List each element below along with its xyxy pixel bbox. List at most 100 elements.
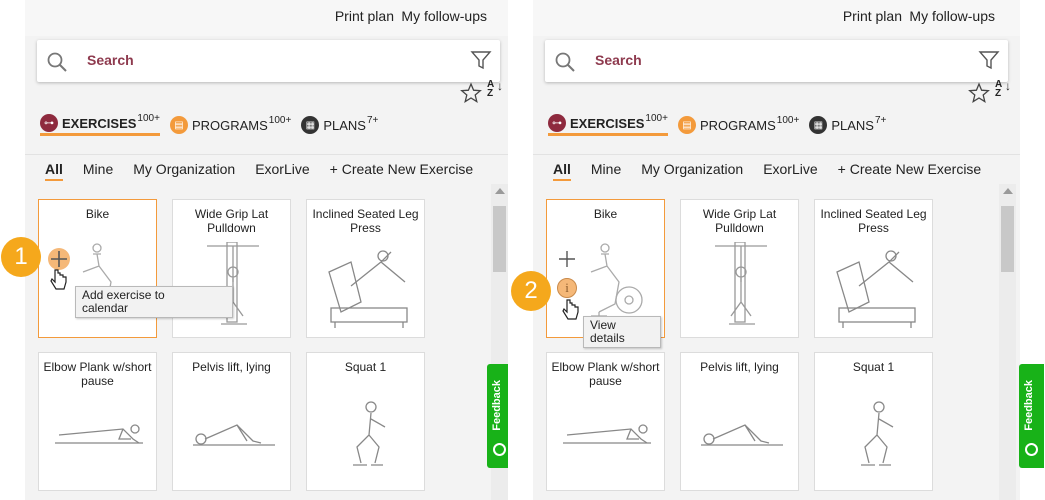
filter-my-organization[interactable]: My Organization [641, 161, 743, 181]
program-icon: ▤ [169, 116, 188, 134]
exercise-card-leg-press[interactable]: Inclined Seated Leg Press [306, 199, 425, 338]
info-icon: i [565, 280, 569, 295]
exercise-card-squat[interactable]: Squat 1 [306, 352, 425, 491]
exercise-title: Wide Grip Lat Pulldown [194, 207, 269, 235]
exercise-card-elbow-plank[interactable]: Elbow Plank w/short pause [546, 352, 665, 491]
exercise-title: Elbow Plank w/short pause [43, 360, 152, 388]
exercise-card-leg-press[interactable]: Inclined Seated Leg Press [814, 199, 933, 338]
exercise-grid: Bike Wide Grip Lat Pulldown Inclined Sea… [546, 199, 1001, 500]
left-gutter [508, 0, 533, 500]
tab-programs-count: 100+ [776, 114, 800, 126]
search-input[interactable] [595, 52, 955, 68]
exercise-grid: Bike Wide Grip Lat Pulldown Inclined Sea… [38, 199, 493, 500]
exercise-title: Squat 1 [344, 360, 387, 374]
leg-press-illustration [836, 250, 916, 328]
exercise-sidebar: A Z ↓ ⊶ EXERCISES 100+ ▤ PROGRAMS 100+ ▦… [533, 36, 1020, 500]
tab-plans-label: PLANS [831, 117, 874, 133]
search-box [37, 40, 500, 82]
exercise-card-pelvis-lift[interactable]: Pelvis lift, lying [172, 352, 291, 491]
add-exercise-tooltip: Add exercise to calendar [75, 286, 233, 318]
print-plan-link[interactable]: Print plan [843, 8, 902, 24]
star-icon[interactable] [968, 82, 990, 104]
exercise-card-lat-pulldown[interactable]: Wide Grip Lat Pulldown [680, 199, 799, 338]
squat-illustration [353, 401, 386, 466]
dumbbell-icon: ⊶ [40, 114, 58, 132]
search-icon [47, 52, 67, 72]
tab-programs[interactable]: ▤ PROGRAMS 100+ [677, 114, 800, 134]
my-follow-ups-link[interactable]: My follow-ups [401, 8, 487, 24]
tab-exercises[interactable]: ⊶ EXERCISES 100+ [40, 113, 160, 136]
tab-exercises-label: EXERCISES [62, 115, 137, 131]
tab-plans[interactable]: ▦ PLANS 7+ [301, 114, 379, 134]
plus-icon [51, 251, 67, 267]
exercise-title: Bike [593, 207, 618, 221]
my-follow-ups-link[interactable]: My follow-ups [909, 8, 995, 24]
exercise-title: Wide Grip Lat Pulldown [702, 207, 777, 235]
scroll-thumb[interactable] [1001, 206, 1014, 272]
create-new-exercise-link[interactable]: + Create New Exercise [330, 161, 474, 181]
plank-illustration [563, 424, 651, 444]
source-filters: All Mine My Organization ExorLive + Crea… [45, 161, 493, 181]
tab-plans-count: 7+ [366, 114, 379, 126]
filter-icon[interactable] [978, 49, 1000, 71]
tab-exercises[interactable]: ⊶ EXERCISES 100+ [548, 113, 668, 136]
screenshot-canvas: Print plan My follow-ups A Z ↓ [0, 0, 1045, 500]
add-to-calendar-button[interactable] [48, 248, 70, 270]
exercise-card-pelvis-lift[interactable]: Pelvis lift, lying [680, 352, 799, 491]
hand-cursor-icon [562, 299, 579, 320]
top-bar: Print plan My follow-ups [25, 0, 512, 36]
tooltip-line-1: Add exercise to [82, 288, 165, 302]
exercise-card-squat[interactable]: Squat 1 [814, 352, 933, 491]
feedback-label: Feedback [491, 380, 503, 431]
create-new-exercise-link[interactable]: + Create New Exercise [838, 161, 982, 181]
plank-illustration [55, 424, 143, 444]
pelvis-lift-illustration [701, 424, 783, 446]
filter-all[interactable]: All [553, 161, 571, 181]
exercise-card-elbow-plank[interactable]: Elbow Plank w/short pause [38, 352, 157, 491]
exercise-title: Squat 1 [852, 360, 895, 374]
panel-step-2: Print plan My follow-ups A Z ↓ [508, 0, 1044, 500]
scroll-thumb[interactable] [493, 206, 506, 272]
filter-exorlive[interactable]: ExorLive [255, 161, 309, 181]
sort-z-glyph: Z [995, 88, 1002, 99]
feedback-icon [493, 443, 506, 456]
sort-az-icon[interactable]: A Z ↓ [487, 80, 507, 102]
filter-all[interactable]: All [45, 161, 63, 181]
tab-programs-label: PROGRAMS [699, 117, 776, 133]
exercise-title: Pelvis lift, lying [192, 360, 271, 374]
dumbbell-icon: ⊶ [548, 114, 566, 132]
tab-programs-count: 100+ [268, 114, 292, 126]
star-icon[interactable] [460, 82, 482, 104]
filter-mine[interactable]: Mine [83, 161, 113, 181]
pelvis-lift-illustration [193, 424, 275, 446]
tooltip-line-1: View [590, 318, 616, 332]
view-details-button[interactable]: i [557, 278, 577, 298]
feedback-tab[interactable]: Feedback [1019, 364, 1044, 468]
filter-mine[interactable]: Mine [591, 161, 621, 181]
exercise-title: Bike [85, 207, 110, 221]
filter-my-organization[interactable]: My Organization [133, 161, 235, 181]
scroll-up-arrow-icon[interactable] [1003, 188, 1013, 194]
divider [533, 154, 1020, 155]
tab-plans[interactable]: ▦ PLANS 7+ [809, 115, 886, 134]
plus-icon[interactable] [556, 248, 578, 270]
filter-icon[interactable] [470, 49, 492, 71]
scroll-up-arrow-icon[interactable] [495, 188, 505, 194]
tab-programs[interactable]: ▤ PROGRAMS 100+ [169, 114, 292, 134]
step-badge-2: 2 [511, 271, 551, 311]
top-bar: Print plan My follow-ups [533, 0, 1020, 36]
sort-az-icon[interactable]: A Z ↓ [995, 80, 1015, 102]
plan-icon: ▦ [809, 116, 828, 134]
tooltip-line-2: calendar [82, 301, 129, 315]
search-input[interactable] [87, 52, 447, 68]
hand-cursor-icon [50, 269, 67, 290]
filter-exorlive[interactable]: ExorLive [763, 161, 817, 181]
view-details-tooltip: View details [583, 316, 661, 348]
exercise-title: Inclined Seated Leg Press [312, 207, 419, 235]
program-icon: ▤ [677, 116, 696, 134]
lat-pulldown-illustration [715, 242, 767, 325]
print-plan-link[interactable]: Print plan [335, 8, 394, 24]
grid-scrollbar[interactable] [999, 184, 1016, 500]
exercise-title: Pelvis lift, lying [700, 360, 779, 374]
category-tabs: ⊶ EXERCISES 100+ ▤ PROGRAMS 100+ ▦ PLANS… [40, 113, 388, 137]
